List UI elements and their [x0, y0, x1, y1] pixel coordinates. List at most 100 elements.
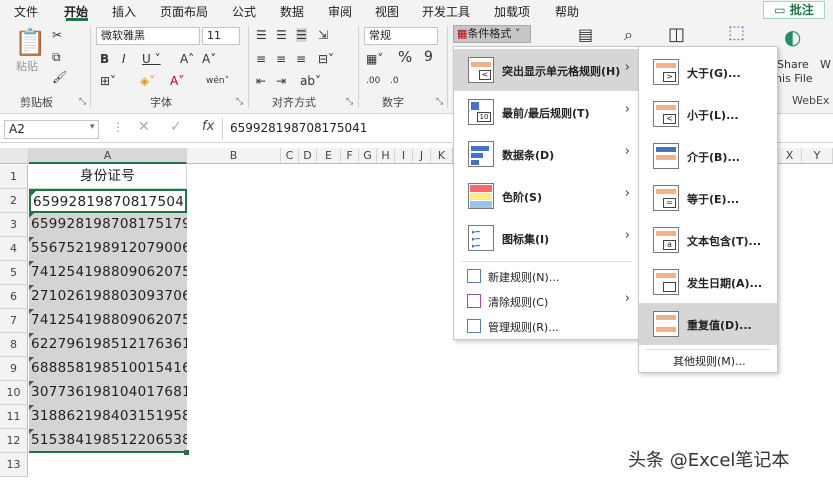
- comment-button[interactable]: ▭ 批注: [763, 1, 825, 19]
- comma-style-icon[interactable]: 9: [424, 50, 433, 64]
- tab-file[interactable]: 文件: [14, 3, 38, 20]
- align-bottom-icon[interactable]: ☰: [296, 28, 307, 42]
- menu-item-manage-rules[interactable]: 管理规则(R)...: [454, 314, 638, 339]
- row-header[interactable]: 11: [0, 405, 28, 429]
- increase-indent-icon[interactable]: ⇥: [276, 74, 286, 88]
- header-cell[interactable]: 身份证号: [29, 165, 187, 189]
- row-header[interactable]: 3: [0, 213, 28, 237]
- clipboard-launcher-icon[interactable]: ⤡: [79, 97, 86, 107]
- bold-icon[interactable]: B: [100, 52, 109, 66]
- tab-page-layout[interactable]: 页面布局: [160, 3, 208, 20]
- select-all-corner[interactable]: [0, 148, 29, 164]
- copy-icon[interactable]: ⧉: [52, 50, 61, 64]
- table-cell[interactable]: 515384198512206538: [29, 429, 187, 453]
- row-header[interactable]: 8: [0, 333, 28, 357]
- fx-icon[interactable]: fx: [202, 119, 214, 134]
- tab-data[interactable]: 数据: [280, 3, 304, 20]
- font-size-select[interactable]: 11: [202, 27, 240, 45]
- align-center-icon[interactable]: ≡: [276, 52, 286, 66]
- row-header[interactable]: 5: [0, 261, 28, 285]
- enter-icon[interactable]: ✓: [170, 119, 182, 135]
- table-cell[interactable]: 741254198809062075: [29, 309, 187, 333]
- row-header[interactable]: 4: [0, 237, 28, 261]
- table-cell[interactable]: 556752198912079006: [29, 237, 187, 261]
- menu-item-new-rule[interactable]: 新建规则(N)...: [454, 264, 638, 289]
- row-header[interactable]: 1: [0, 165, 28, 189]
- tab-review[interactable]: 审阅: [328, 3, 352, 20]
- col-header-i[interactable]: I: [395, 148, 413, 164]
- name-box[interactable]: A2: [4, 120, 99, 139]
- name-box-dropdown-icon[interactable]: ▾: [90, 122, 95, 132]
- tab-addins[interactable]: 加载项: [494, 3, 530, 20]
- share-label-line1[interactable]: Share: [777, 58, 809, 72]
- merge-center-icon[interactable]: ⊟˅: [318, 52, 334, 66]
- shrink-font-icon[interactable]: A˅: [202, 52, 216, 66]
- increase-decimal-icon[interactable]: .00: [366, 74, 380, 88]
- row-header[interactable]: 10: [0, 381, 28, 405]
- share-icon[interactable]: ◐: [784, 27, 801, 47]
- row-header[interactable]: 7: [0, 309, 28, 333]
- font-name-select[interactable]: 微软雅黑: [96, 27, 200, 45]
- col-header-h[interactable]: H: [377, 148, 395, 164]
- table-cell[interactable]: 318862198403151958: [29, 405, 187, 429]
- col-header-d[interactable]: D: [299, 148, 317, 164]
- table-cell[interactable]: 741254198809062075: [29, 261, 187, 285]
- align-left-icon[interactable]: ≡: [256, 52, 266, 66]
- col-header-j[interactable]: J: [413, 148, 431, 164]
- number-format-select[interactable]: 常规: [364, 27, 438, 45]
- row-header[interactable]: 9: [0, 357, 28, 381]
- wrap-text-icon[interactable]: ⇲: [318, 28, 328, 42]
- submenu-item-text-contains[interactable]: a 文本包含(T)...: [639, 219, 777, 261]
- conditional-formatting-button[interactable]: ▦条件格式 ˅: [453, 25, 531, 43]
- format-painter-icon[interactable]: 🖌: [52, 70, 67, 84]
- table-cell[interactable]: 688858198510015416: [29, 357, 187, 381]
- row-header[interactable]: 12: [0, 429, 28, 453]
- col-header-e[interactable]: E: [317, 148, 341, 164]
- col-header-a[interactable]: A: [29, 148, 187, 164]
- find-icon[interactable]: ⌕: [624, 27, 633, 43]
- tab-formulas[interactable]: 公式: [232, 3, 256, 20]
- border-icon[interactable]: ⊞˅: [100, 74, 116, 88]
- submenu-item-date-occurring[interactable]: 发生日期(A)...: [639, 261, 777, 303]
- phonetic-icon[interactable]: wén˅: [206, 74, 229, 88]
- percent-icon[interactable]: %: [398, 50, 412, 65]
- orientation-icon[interactable]: ab˅: [300, 74, 321, 88]
- menu-item-top-bottom-rules[interactable]: 10 最前/最后规则(T) ›: [454, 91, 638, 133]
- share-label-line2[interactable]: his File: [775, 72, 813, 86]
- table-cell[interactable]: 659928198708175041: [29, 189, 187, 213]
- submenu-item-greater-than[interactable]: > 大于(G)...: [639, 51, 777, 93]
- align-right-icon[interactable]: ≡: [296, 52, 306, 66]
- menu-item-icon-sets[interactable]: ▸━ ▸━ ▸━ 图标集(I) ›: [454, 217, 638, 259]
- submenu-item-between[interactable]: 介于(B)...: [639, 135, 777, 177]
- cut-icon[interactable]: ✂: [52, 28, 62, 42]
- menu-item-clear-rules[interactable]: 清除规则(C) ›: [454, 289, 638, 314]
- submenu-item-duplicate-values[interactable]: 重复值(D)...: [639, 303, 777, 345]
- tab-developer[interactable]: 开发工具: [422, 3, 470, 20]
- webex-char[interactable]: W: [820, 58, 831, 72]
- number-launcher-icon[interactable]: ⤡: [436, 97, 443, 107]
- table-cell[interactable]: 659928198708175179: [29, 213, 187, 237]
- cells-icon[interactable]: ▤: [578, 27, 593, 43]
- decrease-indent-icon[interactable]: ⇤: [256, 74, 266, 88]
- col-header-g[interactable]: G: [359, 148, 377, 164]
- grow-font-icon[interactable]: A˄: [180, 52, 194, 66]
- row-header[interactable]: 6: [0, 285, 28, 309]
- submenu-item-less-than[interactable]: < 小于(L)...: [639, 93, 777, 135]
- menu-item-color-scales[interactable]: 色阶(S) ›: [454, 175, 638, 217]
- menu-item-data-bars[interactable]: 数据条(D) ›: [454, 133, 638, 175]
- table-cell[interactable]: 622796198512176361: [29, 333, 187, 357]
- tab-view[interactable]: 视图: [375, 3, 399, 20]
- currency-icon[interactable]: ▦˅: [366, 52, 383, 66]
- menu-item-highlight-cells-rules[interactable]: < 突出显示单元格规则(H) ›: [454, 49, 638, 91]
- underline-icon[interactable]: U ˅: [142, 52, 161, 66]
- align-middle-icon[interactable]: ☰: [276, 28, 287, 42]
- tab-help[interactable]: 帮助: [555, 3, 579, 20]
- col-header-c[interactable]: C: [281, 148, 299, 164]
- table-cell[interactable]: 307736198104017681: [29, 381, 187, 405]
- row-header[interactable]: 13: [0, 453, 28, 477]
- col-header-f[interactable]: F: [341, 148, 359, 164]
- paste-label[interactable]: 粘贴: [16, 60, 38, 74]
- tab-insert[interactable]: 插入: [112, 3, 136, 20]
- italic-icon[interactable]: I: [122, 52, 126, 66]
- fill-handle[interactable]: [184, 450, 189, 455]
